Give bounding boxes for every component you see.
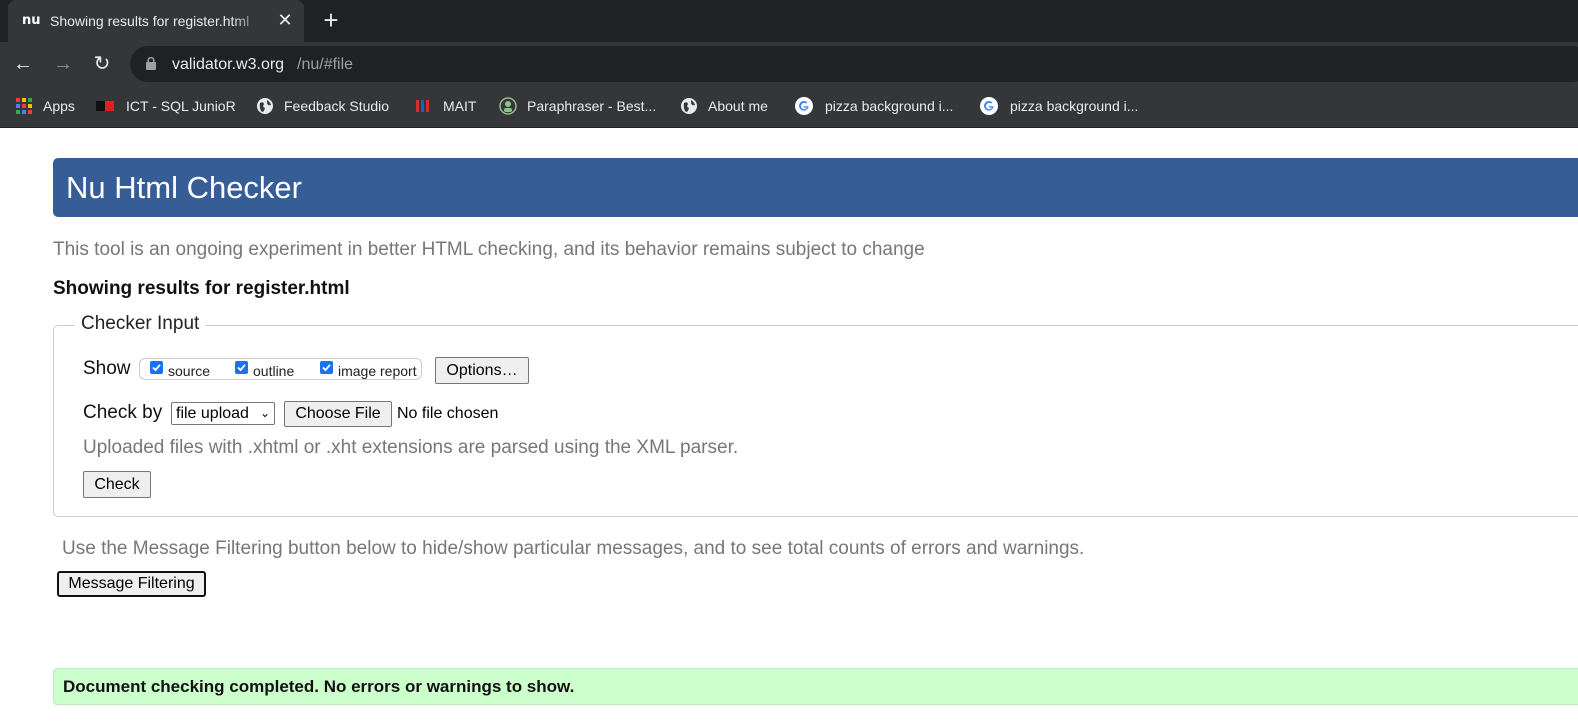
results-heading: Showing results for register.html <box>53 278 350 299</box>
tab-close-icon[interactable]: ✕ <box>274 9 296 31</box>
fieldset-legend: Checker Input <box>75 312 206 336</box>
source-label: source <box>168 363 211 379</box>
mait-icon <box>416 100 429 112</box>
choose-file-button[interactable]: Choose File <box>284 401 392 427</box>
page-content: Nu Html Checker This tool is an ongoing … <box>0 128 1578 727</box>
bookmark-label: MAIT <box>443 98 477 114</box>
show-label: Show <box>83 358 131 379</box>
reload-icon[interactable]: ↻ <box>89 51 115 77</box>
outline-checkbox[interactable] <box>235 361 248 374</box>
browser-tab[interactable]: nu Showing results for register.html ✕ <box>8 0 304 42</box>
image-report-checkbox[interactable] <box>320 361 333 374</box>
check-button[interactable]: Check <box>83 471 151 498</box>
check-by-label: Check by <box>83 402 163 423</box>
google-icon <box>980 97 998 115</box>
bookmark-label: Apps <box>43 98 75 114</box>
intro-text: This tool is an ongoing experiment in be… <box>53 239 925 260</box>
bookmark-label: About me <box>708 98 768 114</box>
message-filtering-button[interactable]: Message Filtering <box>57 571 206 597</box>
lock-icon <box>146 57 156 70</box>
image-report-label: image report <box>338 363 417 379</box>
bookmarks-bar: Apps ICT - SQL JunioR Feedback Studio MA… <box>0 86 1578 128</box>
checker-input-fieldset: Checker Input Show source outline image … <box>53 312 1578 517</box>
paraphraser-icon <box>499 97 517 115</box>
tab-favicon-icon: nu <box>22 13 41 28</box>
bookmark-label: ICT - SQL JunioR <box>126 98 236 114</box>
new-tab-button[interactable]: + <box>318 7 344 34</box>
globe-icon <box>257 98 273 114</box>
apps-grid-icon <box>16 98 32 114</box>
ict-icon <box>96 101 114 111</box>
address-bar[interactable]: validator.w3.org /nu/#file <box>130 46 1578 82</box>
chevron-down-icon: ⌄ <box>259 406 270 420</box>
check-by-select[interactable]: file upload ⌄ <box>171 402 275 425</box>
bookmark-label: pizza background i... <box>1010 98 1139 114</box>
file-status-text: No file chosen <box>397 405 499 422</box>
browser-toolbar: ← → ↻ validator.w3.org /nu/#file <box>0 42 1578 86</box>
source-checkbox[interactable] <box>150 361 163 374</box>
url-path: /nu/#file <box>297 56 354 73</box>
bookmark-label: pizza background i... <box>825 98 954 114</box>
bookmark-label: Paraphraser - Best... <box>527 98 657 114</box>
outline-label: outline <box>253 363 295 379</box>
url-host: validator.w3.org <box>172 56 285 73</box>
success-banner: Document checking completed. No errors o… <box>53 668 1578 705</box>
show-options-group: source outline image report <box>139 358 422 380</box>
google-icon <box>795 97 813 115</box>
check-by-value: file upload <box>176 405 249 422</box>
tab-strip: nu Showing results for register.html ✕ + <box>0 0 1578 42</box>
success-message: Document checking completed. No errors o… <box>63 677 575 696</box>
bookmark-label: Feedback Studio <box>284 98 390 114</box>
back-icon[interactable]: ← <box>10 51 36 77</box>
globe-icon <box>681 98 697 114</box>
options-button[interactable]: Options… <box>435 357 529 384</box>
header-banner: Nu Html Checker <box>53 158 1578 217</box>
page-title: Nu Html Checker <box>66 170 302 205</box>
xml-parser-note: Uploaded files with .xhtml or .xht exten… <box>83 437 739 458</box>
message-filtering-note: Use the Message Filtering button below t… <box>62 538 1085 559</box>
forward-icon[interactable]: → <box>50 51 76 77</box>
tab-title: Showing results for register.html <box>50 13 250 29</box>
